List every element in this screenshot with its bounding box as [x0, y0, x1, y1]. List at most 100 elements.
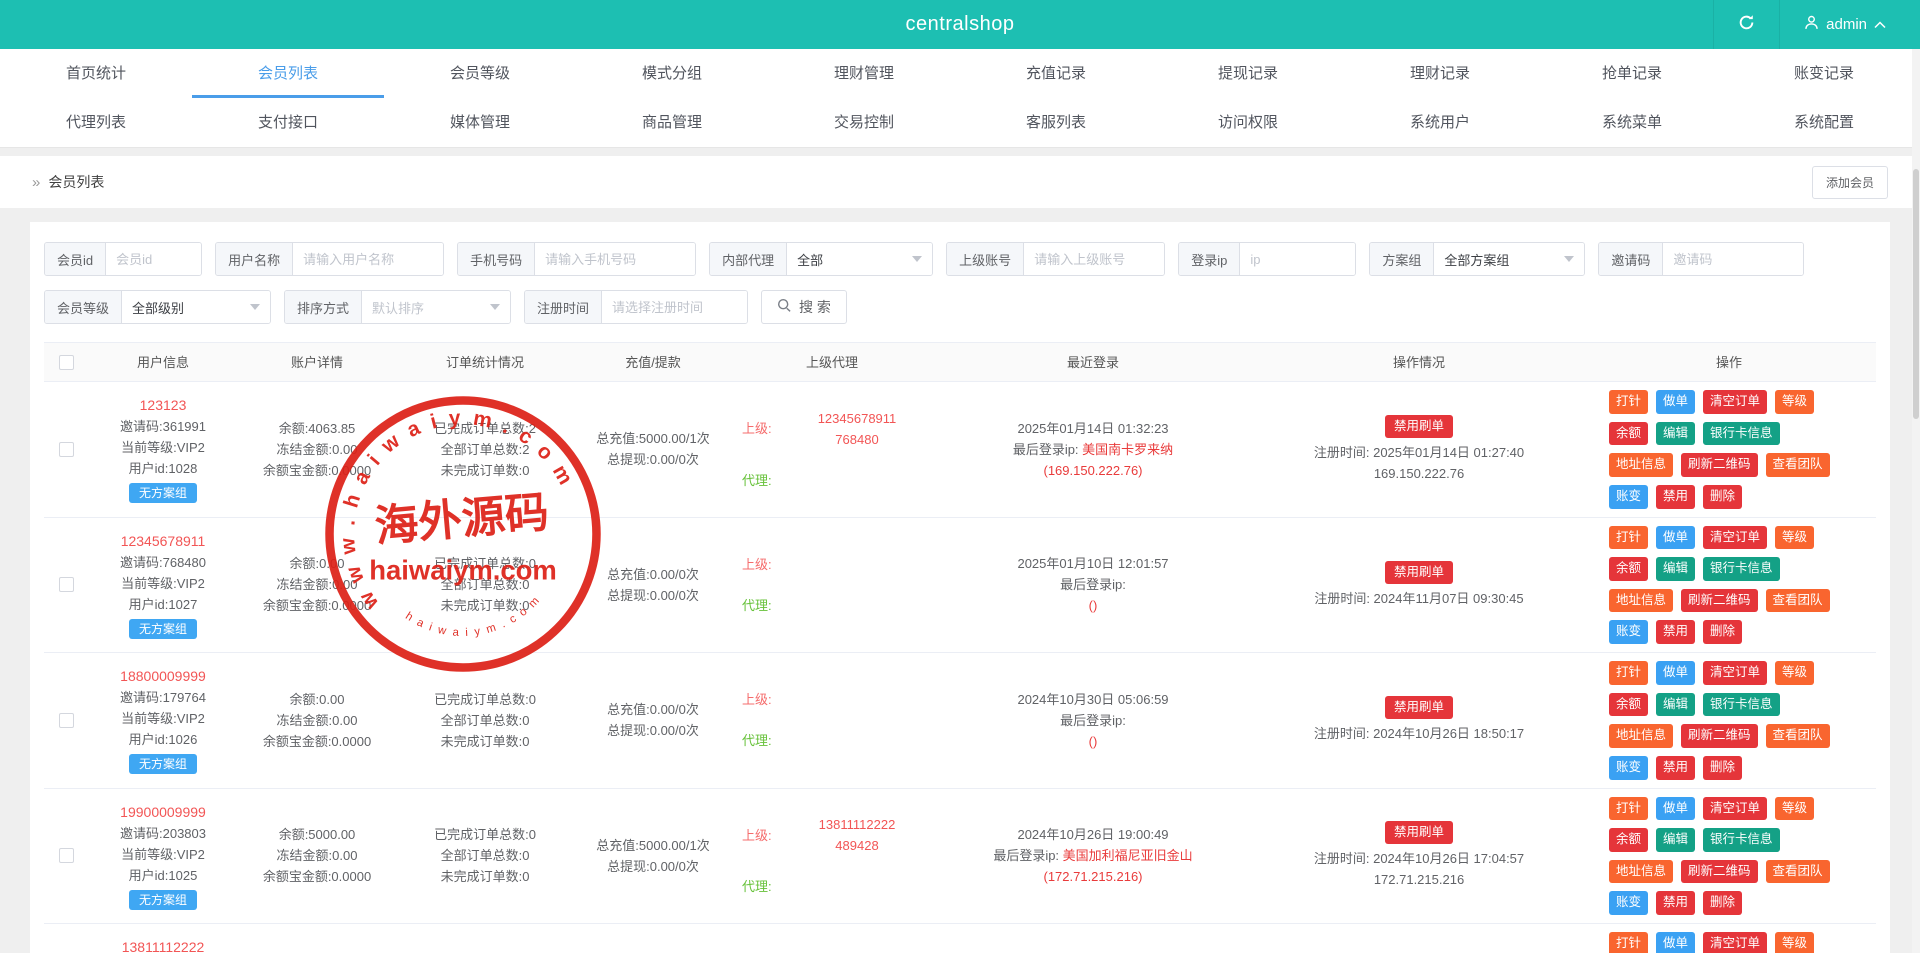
action-button-5[interactable]: 编辑 [1656, 828, 1695, 852]
nav-item-r2-0[interactable]: 代理列表 [0, 98, 192, 147]
username-link[interactable]: 18800009999 [88, 666, 238, 687]
action-button-11[interactable]: 禁用 [1656, 620, 1695, 644]
action-button-5[interactable]: 编辑 [1656, 422, 1695, 446]
action-button-0[interactable]: 打针 [1609, 390, 1648, 414]
action-button-2[interactable]: 清空订单 [1703, 797, 1767, 821]
ban-brush-button[interactable]: 禁用刷单 [1385, 696, 1453, 719]
nav-item-r1-6[interactable]: 提现记录 [1152, 49, 1344, 98]
parent-account-link[interactable]: 13811112222 [782, 814, 932, 835]
action-button-10[interactable]: 账变 [1609, 620, 1648, 644]
action-button-1[interactable]: 做单 [1656, 390, 1695, 414]
username-link[interactable]: 13811112222 [88, 937, 238, 953]
row-checkbox[interactable] [59, 713, 74, 728]
filter-select-1-6[interactable]: 全部方案组 [1434, 243, 1584, 275]
action-button-8[interactable]: 刷新二维码 [1681, 589, 1758, 613]
action-button-0[interactable]: 打针 [1609, 797, 1648, 821]
nav-item-r2-2[interactable]: 媒体管理 [384, 98, 576, 147]
action-button-4[interactable]: 余额 [1609, 557, 1648, 581]
action-button-3[interactable]: 等级 [1775, 661, 1814, 685]
action-button-5[interactable]: 编辑 [1656, 693, 1695, 717]
row-checkbox[interactable] [59, 577, 74, 592]
action-button-12[interactable]: 删除 [1703, 891, 1742, 915]
plan-group-tag[interactable]: 无方案组 [129, 890, 197, 910]
filter-input-1-1[interactable] [293, 243, 443, 275]
action-button-1[interactable]: 做单 [1656, 932, 1695, 953]
action-button-6[interactable]: 银行卡信息 [1703, 828, 1780, 852]
username-link[interactable]: 123123 [88, 395, 238, 416]
action-button-7[interactable]: 地址信息 [1609, 589, 1673, 613]
filter-input-1-2[interactable] [535, 243, 695, 275]
action-button-3[interactable]: 等级 [1775, 526, 1814, 550]
action-button-2[interactable]: 清空订单 [1703, 932, 1767, 953]
nav-item-r1-1[interactable]: 会员列表 [192, 49, 384, 98]
action-button-7[interactable]: 地址信息 [1609, 724, 1673, 748]
action-button-10[interactable]: 账变 [1609, 485, 1648, 509]
add-member-button[interactable]: 添加会员 [1812, 166, 1888, 199]
action-button-9[interactable]: 查看团队 [1766, 453, 1830, 477]
vertical-scrollbar[interactable] [1912, 49, 1920, 953]
nav-item-r1-3[interactable]: 模式分组 [576, 49, 768, 98]
nav-item-r2-3[interactable]: 商品管理 [576, 98, 768, 147]
username-link[interactable]: 12345678911 [88, 531, 238, 552]
action-button-7[interactable]: 地址信息 [1609, 860, 1673, 884]
action-button-9[interactable]: 查看团队 [1766, 589, 1830, 613]
nav-item-r2-8[interactable]: 系统菜单 [1536, 98, 1728, 147]
action-button-0[interactable]: 打针 [1609, 932, 1648, 953]
action-button-1[interactable]: 做单 [1656, 661, 1695, 685]
ban-brush-button[interactable]: 禁用刷单 [1385, 821, 1453, 844]
parent-account-link[interactable]: 12345678911 [782, 408, 932, 429]
action-button-2[interactable]: 清空订单 [1703, 390, 1767, 414]
refresh-button[interactable] [1713, 0, 1779, 49]
action-button-10[interactable]: 账变 [1609, 891, 1648, 915]
filter-select-1-3[interactable]: 全部 [787, 243, 932, 275]
action-button-11[interactable]: 禁用 [1656, 756, 1695, 780]
action-button-3[interactable]: 等级 [1775, 390, 1814, 414]
filter-select-2-0[interactable]: 全部级别 [122, 291, 270, 323]
action-button-3[interactable]: 等级 [1775, 932, 1814, 953]
action-button-7[interactable]: 地址信息 [1609, 453, 1673, 477]
search-button[interactable]: 搜 索 [761, 290, 847, 324]
action-button-12[interactable]: 删除 [1703, 485, 1742, 509]
nav-item-r2-1[interactable]: 支付接口 [192, 98, 384, 147]
nav-item-r2-4[interactable]: 交易控制 [768, 98, 960, 147]
admin-menu[interactable]: admin [1779, 0, 1910, 49]
action-button-0[interactable]: 打针 [1609, 661, 1648, 685]
nav-item-r1-4[interactable]: 理财管理 [768, 49, 960, 98]
nav-item-r2-7[interactable]: 系统用户 [1344, 98, 1536, 147]
action-button-12[interactable]: 删除 [1703, 620, 1742, 644]
ban-brush-button[interactable]: 禁用刷单 [1385, 415, 1453, 438]
plan-group-tag[interactable]: 无方案组 [129, 483, 197, 503]
action-button-2[interactable]: 清空订单 [1703, 526, 1767, 550]
action-button-11[interactable]: 禁用 [1656, 485, 1695, 509]
action-button-2[interactable]: 清空订单 [1703, 661, 1767, 685]
row-checkbox[interactable] [59, 848, 74, 863]
action-button-8[interactable]: 刷新二维码 [1681, 724, 1758, 748]
action-button-5[interactable]: 编辑 [1656, 557, 1695, 581]
scrollbar-thumb[interactable] [1913, 169, 1919, 419]
action-button-6[interactable]: 银行卡信息 [1703, 422, 1780, 446]
action-button-1[interactable]: 做单 [1656, 797, 1695, 821]
filter-select-2-1[interactable]: 默认排序 [362, 291, 510, 323]
nav-item-r1-9[interactable]: 账变记录 [1728, 49, 1920, 98]
nav-item-r1-0[interactable]: 首页统计 [0, 49, 192, 98]
action-button-4[interactable]: 余额 [1609, 693, 1648, 717]
action-button-1[interactable]: 做单 [1656, 526, 1695, 550]
filter-input-2-2[interactable] [602, 291, 747, 323]
action-button-6[interactable]: 银行卡信息 [1703, 693, 1780, 717]
parent-account-link[interactable]: 768480 [782, 429, 932, 450]
filter-input-1-5[interactable] [1240, 243, 1355, 275]
parent-account-link[interactable]: 489428 [782, 835, 932, 856]
plan-group-tag[interactable]: 无方案组 [129, 619, 197, 639]
nav-item-r1-2[interactable]: 会员等级 [384, 49, 576, 98]
action-button-8[interactable]: 刷新二维码 [1681, 860, 1758, 884]
action-button-11[interactable]: 禁用 [1656, 891, 1695, 915]
plan-group-tag[interactable]: 无方案组 [129, 754, 197, 774]
action-button-12[interactable]: 删除 [1703, 756, 1742, 780]
nav-item-r2-9[interactable]: 系统配置 [1728, 98, 1920, 147]
select-all-checkbox[interactable] [59, 355, 74, 370]
action-button-4[interactable]: 余额 [1609, 422, 1648, 446]
filter-input-1-4[interactable] [1024, 243, 1164, 275]
action-button-3[interactable]: 等级 [1775, 797, 1814, 821]
row-checkbox[interactable] [59, 442, 74, 457]
username-link[interactable]: 19900009999 [88, 802, 238, 823]
